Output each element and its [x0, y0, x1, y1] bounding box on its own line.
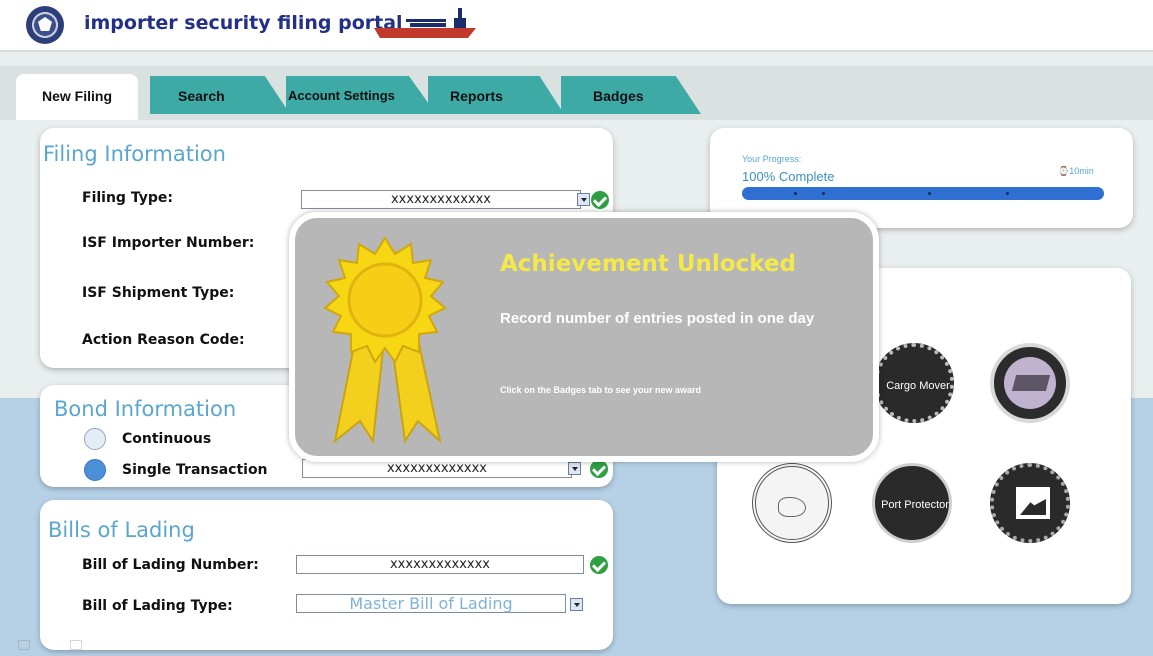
checkmark-icon: [590, 460, 608, 478]
filing-type-label: Filing Type:: [82, 190, 173, 206]
progress-marker: [1006, 192, 1009, 195]
bol-type-label: Bill of Lading Type:: [82, 598, 233, 614]
panel-title: Bond Information: [54, 397, 237, 421]
badge-label: Cargo Mover: [886, 380, 950, 392]
dropdown-arrow-icon[interactable]: [570, 598, 583, 611]
achievement-description: Record number of entries posted in one d…: [500, 310, 815, 327]
progress-caption: Your Progress:: [742, 154, 802, 164]
map-outline-icon: [778, 497, 806, 517]
achievement-title: Achievement Unlocked: [500, 251, 796, 277]
bol-number-input[interactable]: xxxxxxxxxxxxx: [296, 555, 584, 574]
app-title: importer security filing portal: [84, 12, 403, 34]
undo-icon[interactable]: [18, 640, 30, 650]
progress-marker: [928, 192, 931, 195]
bol-number-label: Bill of Lading Number:: [82, 557, 259, 573]
badge-label: Port Protector: [881, 499, 949, 511]
progress-marker: [794, 192, 797, 195]
badge-container[interactable]: [990, 343, 1070, 423]
achievement-hint: Click on the Badges tab to see your new …: [500, 385, 702, 395]
shipment-type-label: ISF Shipment Type:: [82, 285, 235, 301]
bol-type-select[interactable]: Master Bill of Lading: [296, 594, 566, 613]
importer-number-label: ISF Importer Number:: [82, 235, 255, 251]
checkmark-icon: [591, 191, 609, 209]
progress-time: ⌚10min: [1058, 166, 1094, 176]
redo-icon[interactable]: [70, 640, 82, 650]
achievement-popup[interactable]: Achievement Unlocked Record number of en…: [289, 212, 879, 462]
header-bar: importer security filing portal: [0, 0, 1153, 52]
progress-marker: [822, 192, 825, 195]
checkmark-icon: [590, 556, 608, 574]
panel-title: Bills of Lading: [48, 518, 195, 542]
progress-bar: [742, 187, 1104, 200]
badge-crane[interactable]: [990, 463, 1070, 543]
cargo-ship-icon: [374, 8, 476, 38]
continuous-label: Continuous: [122, 431, 212, 447]
continuous-radio[interactable]: [84, 428, 106, 450]
action-reason-label: Action Reason Code:: [82, 332, 245, 348]
single-transaction-radio[interactable]: [84, 459, 106, 481]
progress-text: 100% Complete: [742, 169, 835, 184]
badge-cargo-mover[interactable]: Cargo Mover: [874, 343, 954, 423]
dhs-seal-logo: [26, 6, 64, 44]
dropdown-arrow-icon[interactable]: [577, 193, 590, 206]
bottom-toolbar: [18, 640, 88, 650]
award-ribbon-icon: [323, 236, 447, 444]
filing-type-select[interactable]: xxxxxxxxxxxxx: [301, 190, 581, 209]
panel-title: Filing Information: [43, 142, 226, 166]
dropdown-arrow-icon[interactable]: [568, 462, 581, 475]
single-transaction-label: Single Transaction: [122, 462, 268, 478]
bills-of-lading-panel: Bills of Lading Bill of Lading Number: x…: [40, 500, 613, 650]
badge-map[interactable]: [752, 463, 832, 543]
container-icon: [1004, 357, 1056, 409]
badge-port-protector[interactable]: Port Protector: [872, 463, 952, 543]
crane-icon: [1016, 487, 1050, 519]
tab-new-filing[interactable]: New Filing: [16, 74, 138, 120]
